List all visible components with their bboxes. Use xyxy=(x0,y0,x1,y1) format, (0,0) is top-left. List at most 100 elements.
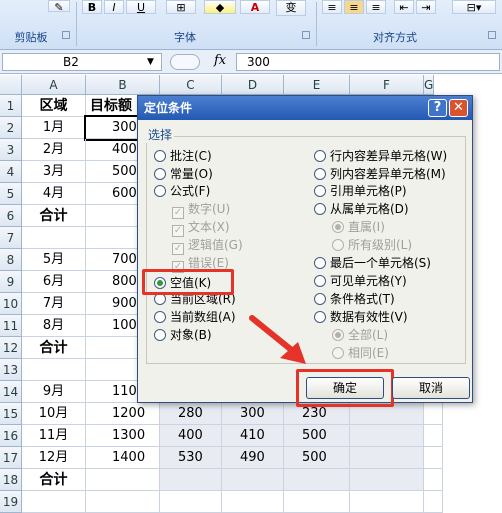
phonetic-button[interactable]: 变 xyxy=(276,0,306,16)
radio-icon[interactable] xyxy=(154,185,166,197)
column-header-d[interactable]: D xyxy=(222,75,284,95)
cell-a12[interactable]: 合计 xyxy=(22,337,86,359)
cell-a10[interactable]: 7月 xyxy=(22,293,86,315)
close-button[interactable]: ✕ xyxy=(449,99,468,117)
cell-b15[interactable]: 1200 xyxy=(86,403,160,425)
option-right-8[interactable]: 条件格式(T) xyxy=(314,291,395,307)
cell-e18[interactable] xyxy=(284,469,350,491)
column-header-e[interactable]: E xyxy=(284,75,350,95)
cell-b16[interactable]: 1300 xyxy=(86,425,160,447)
column-header-c[interactable]: C xyxy=(160,75,222,95)
option-right-0[interactable]: 行内容差异单元格(W) xyxy=(314,148,447,164)
cell-c15[interactable]: 280 xyxy=(160,403,222,425)
option-left-1[interactable]: 常量(O) xyxy=(154,166,213,182)
radio-icon[interactable] xyxy=(314,257,326,269)
radio-icon[interactable] xyxy=(314,185,326,197)
cell-a17[interactable]: 12月 xyxy=(22,447,86,469)
row-header-6[interactable]: 6 xyxy=(0,205,22,227)
row-header-2[interactable]: 2 xyxy=(0,117,22,139)
cell-g16[interactable] xyxy=(424,425,443,447)
option-right-7[interactable]: 可见单元格(Y) xyxy=(314,273,407,289)
select-all-corner[interactable] xyxy=(0,75,22,95)
column-header-a[interactable]: A xyxy=(22,75,86,95)
cell-a19[interactable] xyxy=(22,491,86,513)
border-button[interactable]: ⊞ xyxy=(166,0,196,14)
cell-g17[interactable] xyxy=(424,447,443,469)
row-header-4[interactable]: 4 xyxy=(0,161,22,183)
row-header-11[interactable]: 11 xyxy=(0,315,22,337)
name-box[interactable]: B2 ▼ xyxy=(2,53,162,71)
row-header-7[interactable]: 7 xyxy=(0,227,22,249)
cell-a14[interactable]: 9月 xyxy=(22,381,86,403)
bold-button[interactable]: B xyxy=(82,0,102,14)
cell-a11[interactable]: 8月 xyxy=(22,315,86,337)
option-right-6[interactable]: 最后一个单元格(S) xyxy=(314,255,431,271)
radio-icon[interactable] xyxy=(314,203,326,215)
cell-f17[interactable] xyxy=(350,447,424,469)
option-left-9[interactable]: 当前数组(A) xyxy=(154,309,236,325)
row-header-16[interactable]: 16 xyxy=(0,425,22,447)
cell-b18[interactable] xyxy=(86,469,160,491)
option-left-2[interactable]: 公式(F) xyxy=(154,183,210,199)
chevron-down-icon[interactable]: ▼ xyxy=(147,54,154,70)
font-launcher-icon[interactable] xyxy=(302,31,310,39)
row-header-18[interactable]: 18 xyxy=(0,469,22,491)
dialog-title-bar[interactable]: 定位条件 ? ✕ xyxy=(138,96,472,120)
cell-a7[interactable] xyxy=(22,227,86,249)
cell-c18[interactable] xyxy=(160,469,222,491)
cell-d16[interactable]: 410 xyxy=(222,425,284,447)
row-header-10[interactable]: 10 xyxy=(0,293,22,315)
align-left-button[interactable]: ≡ xyxy=(322,0,342,14)
cell-e19[interactable] xyxy=(284,491,350,513)
cell-e16[interactable]: 500 xyxy=(284,425,350,447)
cell-c19[interactable] xyxy=(160,491,222,513)
row-header-14[interactable]: 14 xyxy=(0,381,22,403)
cell-d15[interactable]: 300 xyxy=(222,403,284,425)
radio-icon[interactable] xyxy=(314,293,326,305)
cell-c16[interactable]: 400 xyxy=(160,425,222,447)
row-header-9[interactable]: 9 xyxy=(0,271,22,293)
alignment-launcher-icon[interactable] xyxy=(488,31,496,39)
fill-color-button[interactable]: ◆ xyxy=(204,0,236,14)
help-button[interactable]: ? xyxy=(428,99,447,117)
align-right-button[interactable]: ≡ xyxy=(366,0,386,14)
formula-splitter[interactable] xyxy=(170,54,200,70)
cell-e17[interactable]: 500 xyxy=(284,447,350,469)
row-header-17[interactable]: 17 xyxy=(0,447,22,469)
cell-g18[interactable] xyxy=(424,469,443,491)
cell-g19[interactable] xyxy=(424,491,443,513)
cell-f18[interactable] xyxy=(350,469,424,491)
clipboard-launcher-icon[interactable] xyxy=(62,31,70,39)
radio-icon[interactable] xyxy=(314,168,326,180)
cell-a6[interactable]: 合计 xyxy=(22,205,86,227)
column-header-f[interactable]: F xyxy=(350,75,424,95)
merge-button[interactable]: ⊟▾ xyxy=(452,0,496,14)
align-center-button[interactable]: ≡ xyxy=(344,0,364,14)
cell-d18[interactable] xyxy=(222,469,284,491)
cell-f19[interactable] xyxy=(350,491,424,513)
row-header-3[interactable]: 3 xyxy=(0,139,22,161)
column-header-g[interactable]: G xyxy=(424,75,435,95)
cell-f16[interactable] xyxy=(350,425,424,447)
cell-a4[interactable]: 3月 xyxy=(22,161,86,183)
row-header-15[interactable]: 15 xyxy=(0,403,22,425)
insert-function-icon[interactable]: fx xyxy=(214,53,226,68)
cell-g15[interactable] xyxy=(424,403,443,425)
radio-icon[interactable] xyxy=(154,150,166,162)
cancel-button[interactable]: 取消 xyxy=(392,377,470,399)
radio-icon[interactable] xyxy=(314,275,326,287)
radio-icon[interactable] xyxy=(314,150,326,162)
cell-a1[interactable]: 区域 xyxy=(22,95,86,117)
column-header-b[interactable]: B xyxy=(86,75,160,95)
cell-a2[interactable]: 1月 xyxy=(22,117,86,139)
decrease-indent-button[interactable]: ⇤ xyxy=(394,0,414,14)
increase-indent-button[interactable]: ⇥ xyxy=(416,0,436,14)
cell-a5[interactable]: 4月 xyxy=(22,183,86,205)
cell-d19[interactable] xyxy=(222,491,284,513)
cell-a16[interactable]: 11月 xyxy=(22,425,86,447)
italic-button[interactable]: I xyxy=(104,0,124,14)
option-right-3[interactable]: 从属单元格(D) xyxy=(314,201,409,217)
cell-a3[interactable]: 2月 xyxy=(22,139,86,161)
radio-icon[interactable] xyxy=(154,329,166,341)
radio-icon[interactable] xyxy=(314,311,326,323)
